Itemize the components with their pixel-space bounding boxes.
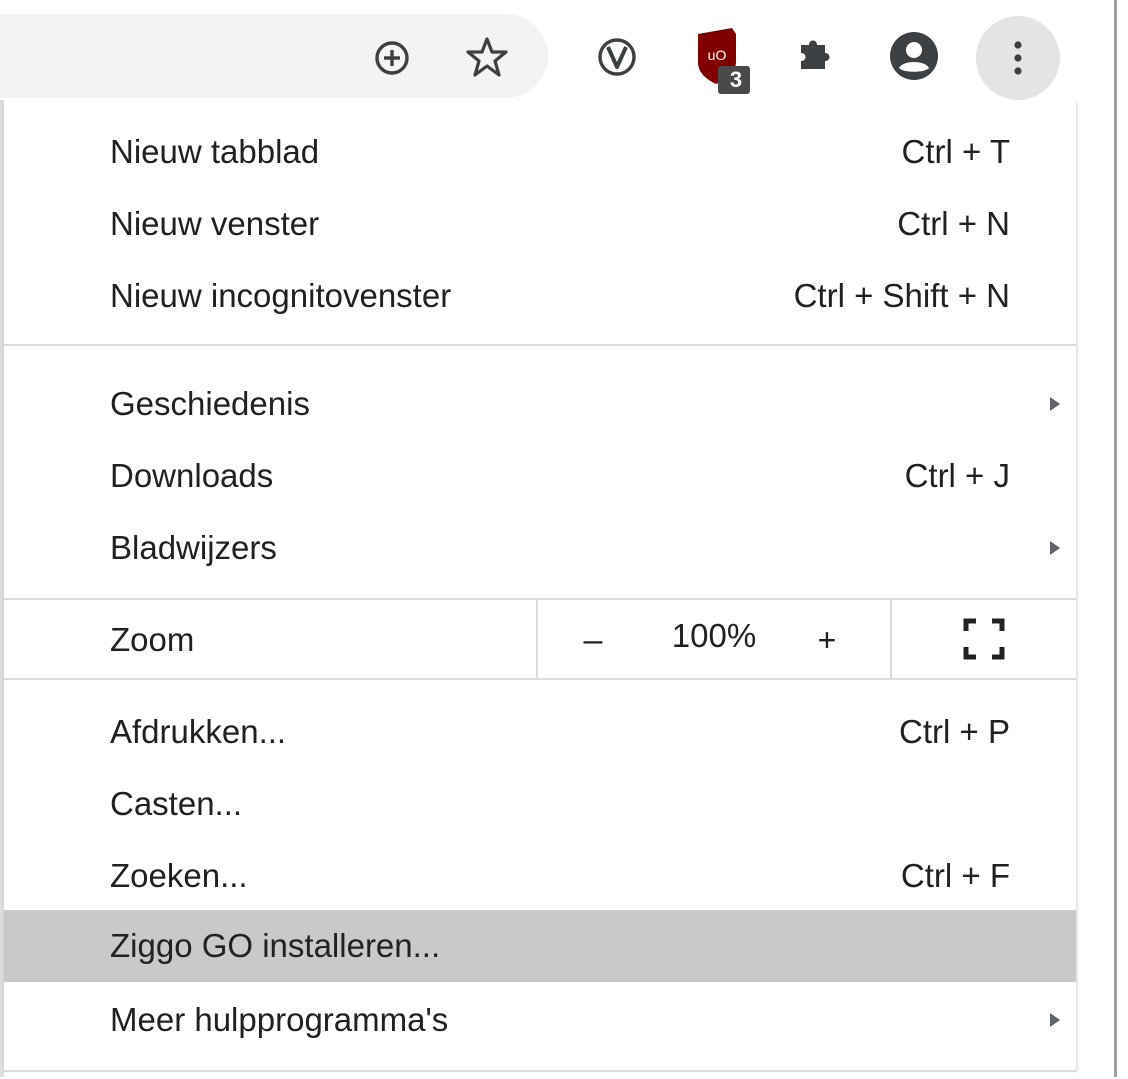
star-icon[interactable] xyxy=(462,32,512,82)
menu-item-shortcut: Ctrl + J xyxy=(904,457,1010,494)
zoom-level: 100% xyxy=(671,617,757,654)
menu-item-history[interactable]: Geschiedenis xyxy=(4,368,1076,440)
svg-text:uO: uO xyxy=(708,47,727,63)
account-icon[interactable] xyxy=(884,26,944,86)
menu-item-downloads[interactable]: Downloads Ctrl + J xyxy=(4,440,1076,512)
ublock-shield-icon[interactable]: uO 3 xyxy=(692,28,758,94)
submenu-arrow-icon xyxy=(1050,397,1060,411)
menu-item-new-tab[interactable]: Nieuw tabblad Ctrl + T xyxy=(4,116,1076,188)
more-vertical-icon xyxy=(996,36,1040,80)
chrome-main-menu: Nieuw tabblad Ctrl + T Nieuw venster Ctr… xyxy=(4,100,1076,1070)
menu-item-shortcut: Ctrl + Shift + N xyxy=(793,277,1010,314)
menu-item-label: Bladwijzers xyxy=(110,529,277,566)
menu-item-shortcut: Ctrl + N xyxy=(897,205,1010,242)
menu-separator xyxy=(4,678,1076,680)
zoom-divider xyxy=(890,600,892,678)
menu-item-label: Nieuw tabblad xyxy=(110,133,320,170)
menu-item-install-ziggo-go[interactable]: Ziggo GO installeren... xyxy=(4,910,1076,982)
menu-item-shortcut: Ctrl + P xyxy=(899,713,1010,750)
browser-toolbar: uO 3 xyxy=(0,0,1115,100)
menu-item-label: Nieuw venster xyxy=(110,205,320,242)
menu-item-more-tools[interactable]: Meer hulpprogramma's xyxy=(4,984,1076,1056)
menu-item-label: Geschiedenis xyxy=(110,385,310,422)
ublock-badge-count: 3 xyxy=(729,67,743,92)
menu-item-label: Meer hulpprogramma's xyxy=(110,1001,449,1038)
menu-item-bookmarks[interactable]: Bladwijzers xyxy=(4,512,1076,584)
menu-item-new-window[interactable]: Nieuw venster Ctrl + N xyxy=(4,188,1076,260)
menu-item-label: Zoeken... xyxy=(110,857,248,894)
menu-item-label: Casten... xyxy=(110,785,243,822)
menu-item-cast[interactable]: Casten... xyxy=(4,768,1076,840)
menu-item-new-incognito-window[interactable]: Nieuw incognitovenster Ctrl + Shift + N xyxy=(4,260,1076,332)
menu-item-label: Ziggo GO installeren... xyxy=(110,927,441,964)
menu-item-print[interactable]: Afdrukken... Ctrl + P xyxy=(4,696,1076,768)
fullscreen-icon[interactable] xyxy=(962,617,1006,661)
zoom-label: Zoom xyxy=(110,621,195,658)
puzzle-extensions-icon[interactable] xyxy=(790,32,840,82)
submenu-arrow-icon xyxy=(1050,1013,1060,1027)
menu-item-label: Afdrukken... xyxy=(110,713,287,750)
add-circle-icon[interactable] xyxy=(368,34,416,82)
menu-item-label: Downloads xyxy=(110,457,274,494)
zoom-out-button[interactable]: – xyxy=(572,600,614,680)
menu-separator xyxy=(4,1070,1076,1079)
menu-item-shortcut: Ctrl + T xyxy=(901,133,1011,170)
menu-separator xyxy=(4,344,1076,346)
more-menu-button[interactable] xyxy=(976,16,1060,100)
menu-item-find[interactable]: Zoeken... Ctrl + F xyxy=(4,840,1076,912)
menu-item-shortcut: Ctrl + F xyxy=(900,857,1010,894)
window-edge xyxy=(1114,0,1117,1077)
submenu-arrow-icon xyxy=(1050,541,1060,555)
menu-item-label: Nieuw incognitovenster xyxy=(110,277,452,314)
zoom-in-button[interactable]: + xyxy=(806,600,848,680)
zoom-divider xyxy=(536,600,538,678)
zoom-row: Zoom – 100% + xyxy=(4,600,1076,678)
vivaldi-v-icon[interactable] xyxy=(592,32,642,82)
